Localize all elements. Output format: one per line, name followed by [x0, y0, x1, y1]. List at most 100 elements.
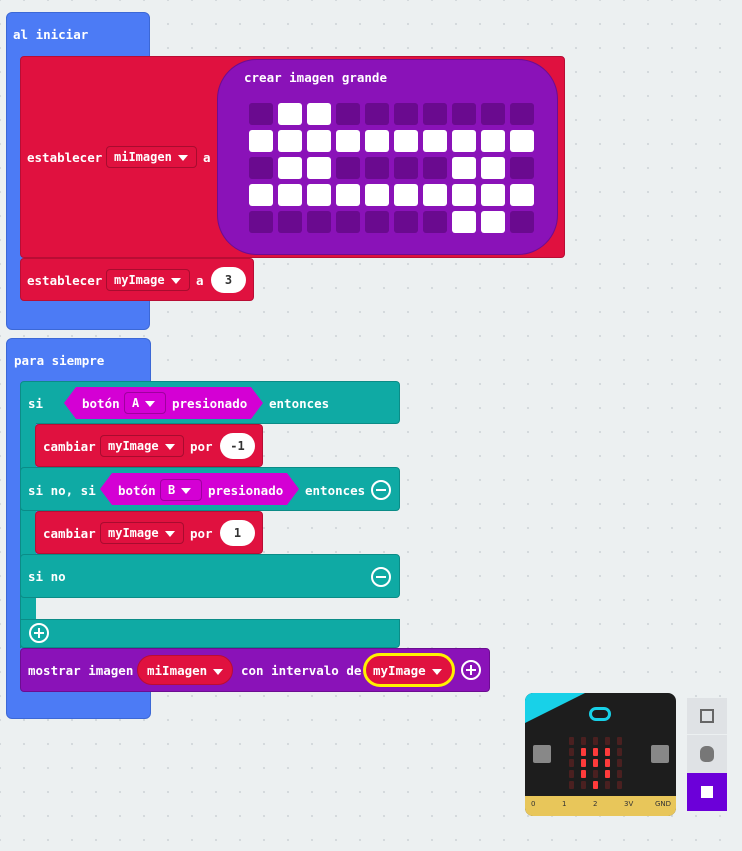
remove-else-if-icon[interactable]	[371, 480, 391, 500]
button-b[interactable]	[651, 745, 669, 763]
led-cell[interactable]	[278, 157, 302, 179]
led-cell[interactable]	[452, 157, 476, 179]
sim-led	[569, 770, 574, 778]
variable-dropdown-myimage-2[interactable]: myImage	[100, 435, 184, 457]
button-label: botón	[82, 396, 120, 411]
led-cell[interactable]	[481, 184, 505, 206]
led-cell[interactable]	[336, 184, 360, 206]
number-input-1[interactable]: 1	[220, 520, 255, 546]
to-label-2: a	[196, 273, 204, 288]
pin-label: 3V	[624, 800, 634, 808]
button-label-2: botón	[118, 483, 156, 498]
add-argument-icon[interactable]	[461, 660, 481, 680]
led-grid-editor[interactable]	[249, 103, 537, 235]
led-cell[interactable]	[481, 157, 505, 179]
led-cell[interactable]	[394, 211, 418, 233]
led-cell[interactable]	[423, 130, 447, 152]
led-cell[interactable]	[307, 103, 331, 125]
remove-else-icon[interactable]	[371, 567, 391, 587]
led-cell[interactable]	[365, 211, 389, 233]
led-cell[interactable]	[423, 211, 447, 233]
button-a[interactable]	[533, 745, 551, 763]
led-cell[interactable]	[278, 211, 302, 233]
pin-label: 0	[531, 800, 536, 808]
interval-label: con intervalo de	[241, 663, 362, 678]
led-cell[interactable]	[510, 103, 534, 125]
led-cell[interactable]	[510, 184, 534, 206]
led-cell[interactable]	[336, 130, 360, 152]
led-cell[interactable]	[336, 103, 360, 125]
led-cell[interactable]	[423, 157, 447, 179]
led-cell[interactable]	[510, 157, 534, 179]
led-cell[interactable]	[452, 211, 476, 233]
led-cell[interactable]	[336, 157, 360, 179]
led-cell[interactable]	[452, 184, 476, 206]
led-cell[interactable]	[249, 211, 273, 233]
chevron-down-icon	[177, 154, 188, 161]
pin-label: 2	[593, 800, 598, 808]
set-label-2: establecer	[27, 273, 103, 288]
led-cell[interactable]	[278, 103, 302, 125]
microbit-simulator[interactable]: 0 1 2 3V GND	[525, 693, 676, 816]
button-dropdown-a[interactable]: A	[124, 392, 166, 414]
led-cell[interactable]	[481, 103, 505, 125]
sim-led	[617, 770, 622, 778]
led-cell[interactable]	[307, 184, 331, 206]
fullscreen-icon	[700, 709, 714, 723]
on-start-label: al iniciar	[13, 27, 89, 42]
led-cell[interactable]	[481, 211, 505, 233]
pressed-label-2: presionado	[208, 483, 284, 498]
sim-led	[593, 748, 598, 756]
debug-button[interactable]	[687, 735, 727, 773]
variable-dropdown-myimage[interactable]: myImage	[106, 269, 190, 291]
then-label: entonces	[269, 396, 330, 411]
logo-icon	[589, 707, 611, 721]
led-cell[interactable]	[249, 130, 273, 152]
led-cell[interactable]	[249, 184, 273, 206]
variable-dropdown-myimage-3[interactable]: myImage	[100, 522, 184, 544]
add-else-if-icon[interactable]	[29, 623, 49, 643]
led-cell[interactable]	[394, 184, 418, 206]
led-cell[interactable]	[278, 130, 302, 152]
led-cell[interactable]	[307, 130, 331, 152]
change-label-2: cambiar	[43, 526, 96, 541]
forever-label: para siempre	[14, 353, 105, 368]
led-cell[interactable]	[510, 211, 534, 233]
led-cell[interactable]	[365, 103, 389, 125]
led-cell[interactable]	[365, 184, 389, 206]
variable-dropdown-miimagen[interactable]: miImagen	[106, 146, 197, 168]
led-cell[interactable]	[423, 184, 447, 206]
led-cell[interactable]	[336, 211, 360, 233]
else-row[interactable]	[20, 554, 400, 598]
button-dropdown-b[interactable]: B	[160, 479, 202, 501]
led-cell[interactable]	[249, 157, 273, 179]
led-cell[interactable]	[510, 130, 534, 152]
fullscreen-button[interactable]	[687, 698, 727, 734]
sim-led	[581, 759, 586, 767]
pressed-label: presionado	[172, 396, 248, 411]
empty-else-slot	[36, 598, 400, 619]
led-cell[interactable]	[481, 130, 505, 152]
led-cell[interactable]	[249, 103, 273, 125]
led-cell[interactable]	[307, 211, 331, 233]
sim-led	[569, 781, 574, 789]
chevron-down-icon	[145, 400, 156, 407]
led-cell[interactable]	[423, 103, 447, 125]
if-label: si	[28, 396, 44, 411]
led-cell[interactable]	[365, 157, 389, 179]
stop-button[interactable]	[687, 773, 727, 811]
number-input-minus1[interactable]: -1	[220, 433, 255, 459]
led-cell[interactable]	[394, 103, 418, 125]
led-cell[interactable]	[278, 184, 302, 206]
led-cell[interactable]	[365, 130, 389, 152]
by-label: por	[190, 439, 213, 454]
led-cell[interactable]	[452, 103, 476, 125]
chevron-down-icon	[164, 443, 175, 450]
else-label: si no	[28, 569, 66, 584]
number-input-3[interactable]: 3	[211, 267, 246, 293]
led-cell[interactable]	[394, 130, 418, 152]
led-cell[interactable]	[452, 130, 476, 152]
change-label: cambiar	[43, 439, 96, 454]
led-cell[interactable]	[394, 157, 418, 179]
led-cell[interactable]	[307, 157, 331, 179]
